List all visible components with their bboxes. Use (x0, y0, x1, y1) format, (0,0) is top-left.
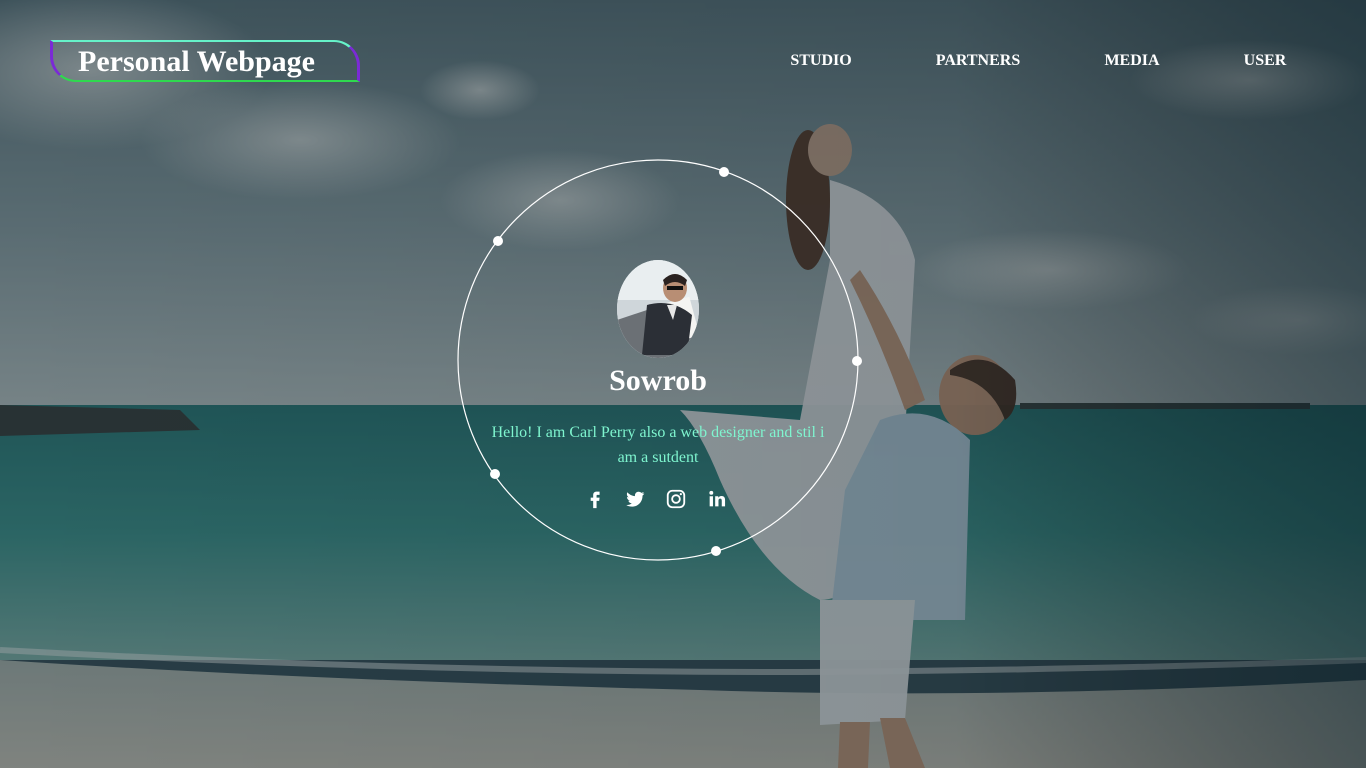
logo[interactable]: Personal Webpage (50, 40, 360, 82)
nav-item-user[interactable]: USER (1236, 50, 1294, 72)
orbit-dot (493, 236, 503, 246)
orbit-dot (719, 167, 729, 177)
profile-bio: Hello! I am Carl Perry also a web design… (491, 424, 825, 466)
nav-item-partners[interactable]: PARTNERS (928, 50, 1028, 72)
profile-ring (457, 159, 862, 561)
linkedin-icon[interactable] (706, 488, 728, 510)
orbit-dot (852, 356, 862, 366)
logo-text[interactable]: Personal Webpage (78, 44, 315, 80)
twitter-icon[interactable] (624, 488, 646, 510)
instagram-icon[interactable] (665, 488, 687, 510)
facebook-icon[interactable] (584, 488, 606, 510)
avatar (617, 260, 699, 358)
nav-item-studio[interactable]: STUDIO (780, 50, 862, 72)
profile-name: Sowrob (609, 364, 707, 397)
page: Personal Webpage STUDIO PARTNERS MEDIA U… (0, 0, 1366, 768)
orbit-dot (490, 469, 500, 479)
orbit-dot (711, 546, 721, 556)
nav-item-media[interactable]: MEDIA (1096, 50, 1168, 72)
